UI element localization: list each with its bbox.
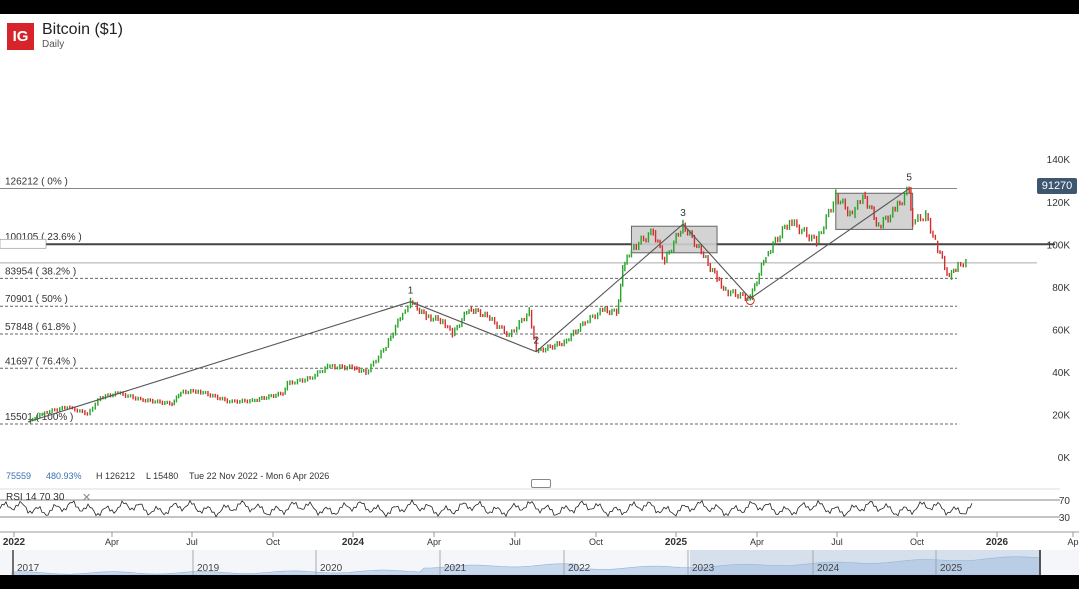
close-icon[interactable]: ✕ [82, 491, 91, 504]
navigator-year-label: 2019 [197, 563, 220, 574]
navigator-year-label: 2023 [692, 563, 715, 574]
y-tick-label: 0K [1058, 453, 1071, 464]
navigator-handle-right[interactable] [1039, 550, 1041, 575]
y-tick-label: 100K [1047, 240, 1071, 251]
stat-date-range: Tue 22 Nov 2022 - Mon 6 Apr 2026 [189, 471, 330, 481]
instrument-title: Bitcoin ($1) [42, 21, 123, 38]
rsi-level-label: 30 [1059, 513, 1071, 524]
navigator-year-label: 2017 [17, 563, 40, 574]
fib-level-label: 57848 ( 61.8% ) [5, 322, 76, 333]
y-tick-label: 120K [1047, 198, 1071, 209]
x-tick-label: Jul [509, 537, 521, 547]
x-tick-label: Ap [1067, 537, 1078, 547]
x-tick-label: Oct [589, 537, 604, 547]
fib-level-label: 83954 ( 38.2% ) [5, 266, 76, 277]
x-tick-label: Jul [831, 537, 843, 547]
stat-value: 75559 [6, 471, 32, 481]
stat-high: H 126212 [96, 471, 136, 481]
y-tick-label: 60K [1052, 325, 1070, 336]
x-tick-label: Oct [910, 537, 925, 547]
navigator-year-label: 2022 [568, 563, 591, 574]
fib-level-label: 41697 ( 76.4% ) [5, 356, 76, 367]
ig-logo: IG [7, 23, 34, 50]
navigator-year-label: 2020 [320, 563, 343, 574]
x-tick-label: Apr [427, 537, 441, 547]
chart-window: 126212 ( 0% ) 100105 ( 23.6% ) 83954 ( 38.… [0, 14, 1079, 575]
x-tick-label: 2024 [342, 537, 365, 548]
x-tick-label: 2025 [665, 537, 688, 548]
x-tick-label: Apr [105, 537, 119, 547]
timeframe-label: Daily [42, 39, 65, 50]
x-tick-label: Oct [266, 537, 281, 547]
panel-resize-handle[interactable] [531, 479, 551, 488]
x-tick-label: Apr [750, 537, 764, 547]
wave-label: 3 [680, 208, 686, 219]
elliott-wave-line[interactable] [27, 188, 910, 423]
y-tick-label: 140K [1047, 155, 1071, 166]
rsi-label: RSI 14 70 30 [6, 492, 65, 503]
rsi-level-label: 70 [1059, 496, 1071, 507]
fib-level-label: 70901 ( 50% ) [5, 294, 68, 305]
wave-label: 2 [533, 336, 539, 347]
price-chart[interactable]: 126212 ( 0% )100105 ( 23.6% )83954 ( 38.… [0, 14, 1079, 575]
x-tick-label: 2022 [3, 537, 26, 548]
navigator-year-label: 2025 [940, 563, 963, 574]
y-tick-label: 20K [1052, 410, 1070, 421]
y-tick-label: 80K [1052, 283, 1070, 294]
stat-low: L 15480 [146, 471, 179, 481]
fib-level-label: 126212 ( 0% ) [5, 177, 68, 188]
navigator-year-label: 2024 [817, 563, 840, 574]
current-price-tag: 91270 [1037, 178, 1077, 194]
level-label-box [0, 238, 47, 249]
rsi-line [0, 499, 973, 518]
navigator-year-label: 2021 [444, 563, 467, 574]
wave-label: 1 [408, 286, 414, 297]
y-tick-label: 40K [1052, 368, 1070, 379]
navigator-selection[interactable] [690, 550, 1040, 575]
x-tick-label: 2026 [986, 537, 1009, 548]
wave-label: 5 [906, 173, 912, 184]
x-tick-label: Jul [186, 537, 198, 547]
stat-change-pct: 480.93% [46, 471, 82, 481]
